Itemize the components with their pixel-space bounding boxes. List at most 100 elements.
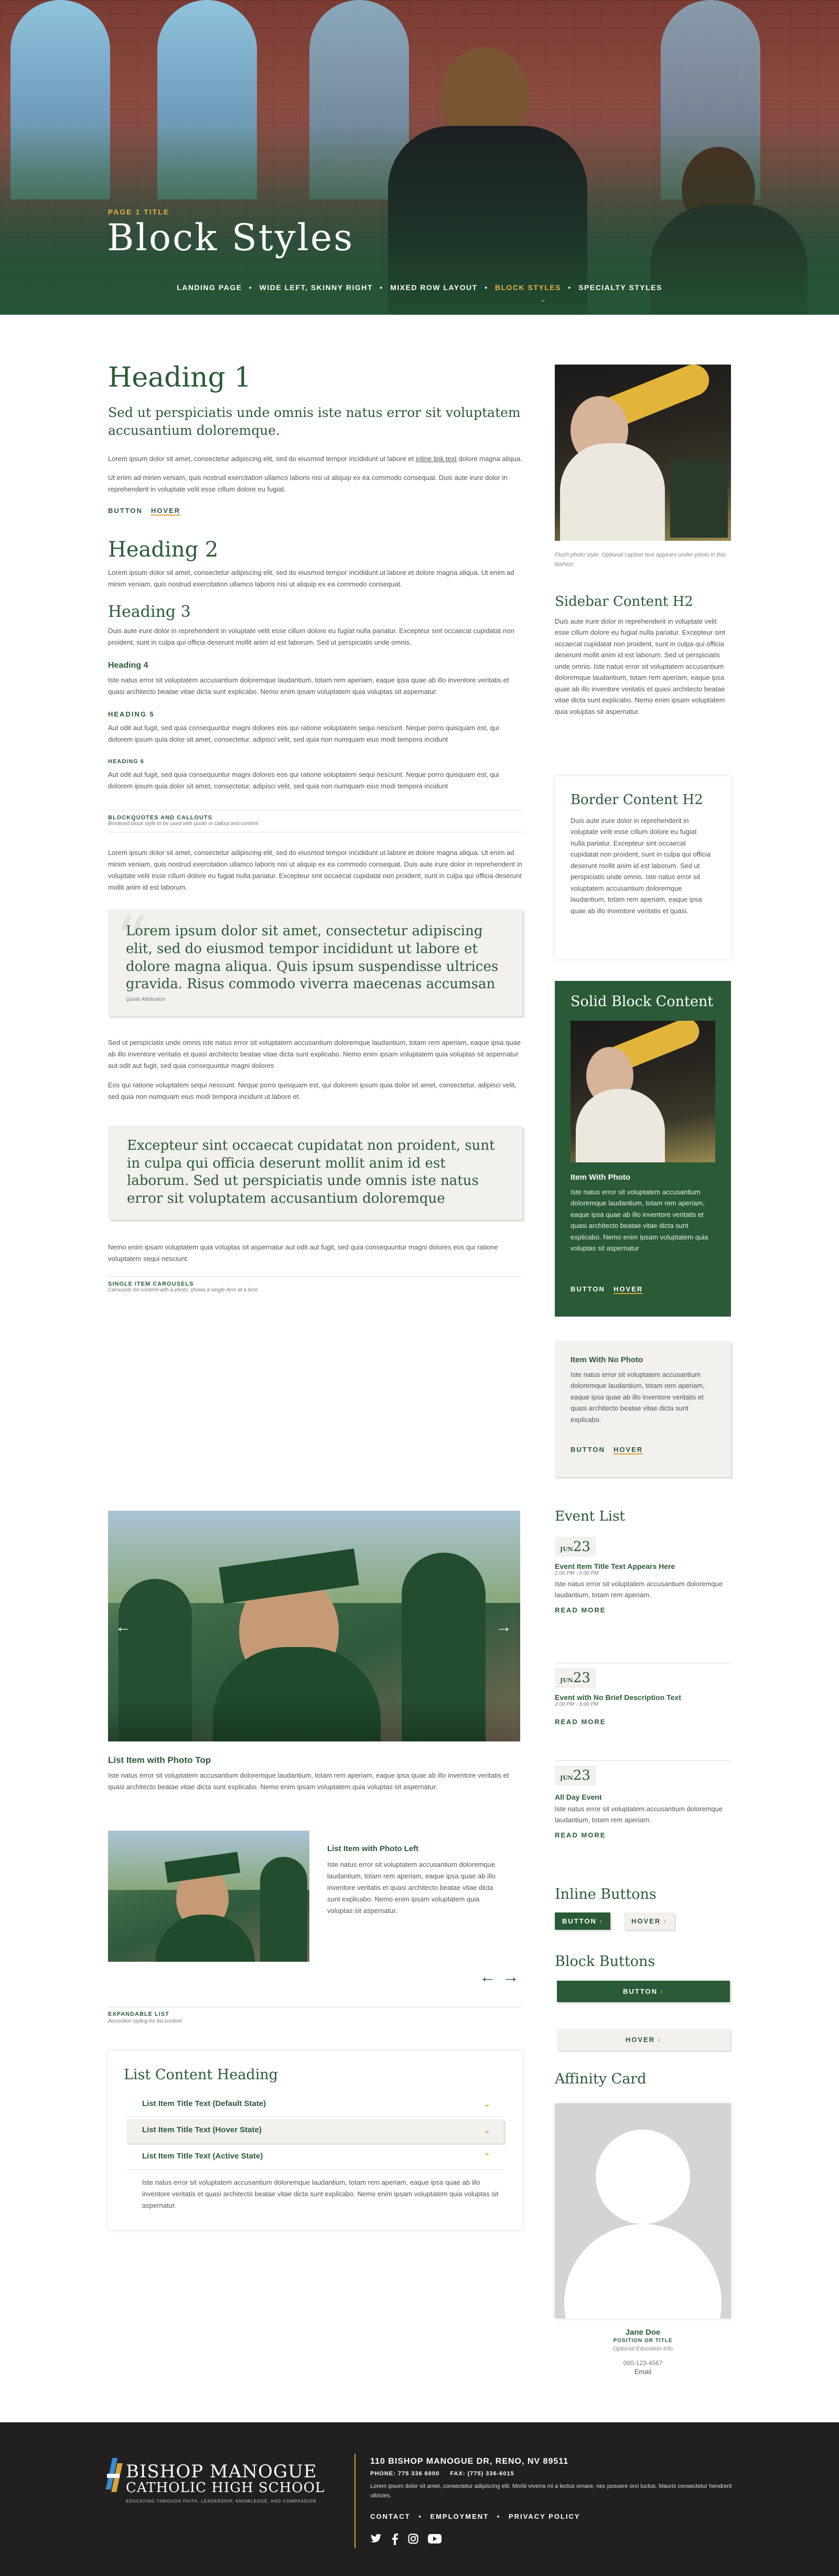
hero-banner: PAGE 1 TITLE Block Styles LANDING PAGE •…	[0, 0, 839, 315]
read-more-link[interactable]: READ MORE	[555, 1831, 731, 1839]
card-heading: Solid Block Content	[571, 993, 714, 1010]
paragraph: Nemo enim ipsam voluptatem quia voluptas…	[108, 1243, 498, 1263]
affinity-education: Optional Education Info	[612, 2346, 673, 2352]
inline-button-hover[interactable]: HOVER ›	[624, 1912, 675, 1930]
affinity-phone: 000-123-4567	[623, 2359, 663, 2367]
card-item-text: Iste natus error sit voluptatem accusant…	[571, 1188, 708, 1253]
photo-caption: Flush photo style. Optional caption text…	[555, 552, 726, 568]
solid-block-card: Solid Block Content Item With Photo Iste…	[555, 981, 731, 1317]
chevron-down-icon: ⌄	[483, 2100, 490, 2109]
subnav-item-mixed-row[interactable]: MIXED ROW LAYOUT	[390, 283, 478, 292]
card-text: Duis aute irure dolor in reprehenderit i…	[571, 817, 711, 915]
footer-address: 110 BISHOP MANOGUE DR, RENO, NV 89511	[370, 2457, 569, 2466]
heading-5: HEADING 5	[108, 710, 155, 719]
lead-paragraph: Sed ut perspiciatis unde omnis iste natu…	[108, 405, 521, 438]
block-button[interactable]: BUTTON ›	[557, 1981, 730, 2002]
chevron-right-icon: ›	[663, 1917, 668, 1925]
event-title[interactable]: Event with No Brief Description Text	[555, 1693, 681, 1702]
text-button-hover[interactable]: HOVER	[150, 506, 181, 516]
nav-separator: •	[249, 283, 253, 292]
text-button[interactable]: BUTTON	[571, 1285, 605, 1293]
school-name-line2: CATHOLIC HIGH SCHOOL	[126, 2480, 325, 2496]
section-sub: Carousels for content with a photo; show…	[108, 1287, 258, 1294]
sidebar-heading: Sidebar Content H2	[555, 594, 693, 610]
text-button-hover[interactable]: HOVER	[613, 1446, 643, 1455]
affinity-position: POSITION OR TITLE	[613, 2338, 673, 2344]
subnav-item-landing[interactable]: LANDING PAGE	[177, 283, 242, 292]
accordion-item-hover[interactable]: List Item Title Text (Hover State) ⌄	[126, 2119, 504, 2143]
event-title[interactable]: Event Item Title Text Appears Here	[555, 1562, 731, 1570]
subnav-item-wide-left[interactable]: WIDE LEFT, SKINNY RIGHT	[260, 283, 373, 292]
affinity-photo-placeholder	[555, 2103, 731, 2318]
affinity-name: Jane Doe	[625, 2328, 661, 2337]
text-button[interactable]: BUTTON	[571, 1446, 605, 1453]
paragraph: Sed ut perspiciatis unde omnis iste natu…	[108, 1039, 521, 1070]
school-name[interactable]: BISHOP MANOGUE	[126, 2461, 317, 2482]
read-more-link[interactable]: READ MORE	[555, 1718, 681, 1726]
accordion-item-default[interactable]: List Item Title Text (Default State) ⌄	[126, 2093, 504, 2117]
text-button-hover[interactable]: HOVER	[613, 1285, 643, 1294]
paragraph: Lorem ipsum dolor sit amet, consectetur …	[108, 568, 514, 588]
accordion: List Content Heading List Item Title Tex…	[108, 2051, 522, 2229]
section-sub: Bordered block style to be used with quo…	[108, 820, 259, 827]
subnav-item-specialty[interactable]: SPECIALTY STYLES	[578, 283, 662, 292]
event-title[interactable]: All Day Event	[555, 1793, 731, 1801]
nav-separator: •	[568, 283, 572, 292]
carousel-photo	[108, 1511, 520, 1741]
block-buttons-heading: Block Buttons	[555, 1953, 655, 1970]
list-item-text: Iste natus error sit voluptatem accusant…	[108, 1771, 509, 1791]
list-item-title[interactable]: List Item with Photo Left	[327, 1844, 418, 1853]
sidebar-photo	[555, 365, 731, 541]
chevron-down-icon: ⌄	[483, 2126, 490, 2135]
block-button-hover[interactable]: HOVER ›	[557, 2029, 730, 2050]
card-item-text: Iste natus error sit voluptatem accusant…	[571, 1371, 705, 1424]
carousel-prev-arrow[interactable]: ←	[115, 1618, 131, 1636]
nav-separator: •	[485, 283, 488, 292]
quote-attribution: Quote Attribution	[126, 997, 165, 1003]
page-title: Block Styles	[107, 216, 354, 259]
social-links	[370, 2534, 442, 2545]
event-time: 2:00 PM - 5:00 PM	[555, 1570, 599, 1576]
paragraph: Lorem ipsum dolor sit amet, consectetur …	[108, 454, 522, 463]
carousel-next-arrow[interactable]: →	[496, 1618, 512, 1636]
list-item-photo	[108, 1831, 309, 1962]
chevron-right-icon: ›	[658, 2036, 662, 2044]
subnav: LANDING PAGE • WIDE LEFT, SKINNY RIGHT •…	[0, 283, 839, 292]
heading-4: Heading 4	[108, 661, 148, 670]
heading-1: Heading 1	[108, 362, 252, 393]
footer-link-contact[interactable]: CONTACT	[370, 2513, 411, 2520]
section-sub: Accordion styling for list content	[108, 2018, 182, 2024]
twitter-icon[interactable]	[370, 2534, 382, 2544]
prev-arrow-icon[interactable]: ←	[479, 1967, 496, 1986]
affinity-email[interactable]: Email	[555, 2368, 731, 2376]
chevron-right-icon: ›	[660, 1987, 664, 1995]
youtube-icon[interactable]	[428, 2534, 442, 2544]
inline-link[interactable]: inline link text	[416, 455, 457, 463]
subnav-item-block-styles[interactable]: BLOCK STYLES	[495, 283, 561, 292]
chevron-up-icon: ⌃	[483, 2152, 490, 2161]
affinity-heading: Affinity Card	[555, 2071, 647, 2087]
text-button[interactable]: BUTTON	[108, 507, 143, 515]
inline-button[interactable]: BUTTON ›	[555, 1912, 610, 1930]
list-item-title[interactable]: List Item with Photo Top	[108, 1755, 211, 1766]
school-tagline: EDUCATING THROUGH FAITH, LEADERSHIP, KNO…	[126, 2499, 317, 2504]
border-content-card: Border Content H2 Duis aute irure dolor …	[555, 776, 731, 959]
paragraph: Eos qui ratione voluptatem sequi nesciun…	[108, 1081, 517, 1100]
footer-divider	[354, 2454, 356, 2548]
facebook-icon[interactable]	[391, 2534, 399, 2545]
card-item-title[interactable]: Item With No Photo	[571, 1355, 643, 1364]
read-more-link[interactable]: READ MORE	[555, 1606, 731, 1614]
accordion-item-active[interactable]: List Item Title Text (Active State) ⌃	[126, 2145, 504, 2169]
paragraph: Lorem ipsum dolor sit amet, consectetur …	[108, 848, 522, 891]
next-arrow-icon[interactable]: →	[502, 1967, 519, 1986]
list-item-text: Iste natus error sit voluptatem accusant…	[327, 1861, 496, 1915]
sidebar-text: Duis aute irure dolor in reprehenderit i…	[555, 617, 726, 715]
paragraph: Aut odit aut fugit, sed quia consequuntu…	[108, 724, 499, 744]
card-item-title[interactable]: Item With Photo	[571, 1173, 630, 1182]
footer-link-privacy[interactable]: PRIVACY POLICY	[509, 2513, 580, 2520]
instagram-icon[interactable]	[408, 2534, 418, 2544]
footer-link-employment[interactable]: EMPLOYMENT	[430, 2513, 489, 2520]
event-list-heading: Event List	[555, 1509, 625, 1524]
blockquote: “ Lorem ipsum dolor sit amet, consectetu…	[108, 904, 522, 1017]
accordion-heading: List Content Heading	[124, 2067, 278, 2083]
